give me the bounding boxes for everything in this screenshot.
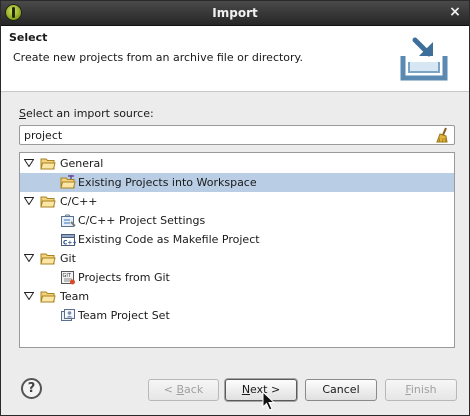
clear-filter-broom-icon[interactable]	[435, 127, 451, 143]
close-icon[interactable]: ×	[447, 5, 463, 21]
project-settings-icon	[61, 214, 76, 227]
import-source-label: Select an import source:	[19, 107, 154, 120]
makefile-project-icon: C++	[61, 234, 76, 247]
title-bar[interactable]: Import ×	[1, 1, 469, 26]
page-title: Select	[9, 31, 48, 44]
tree-node-label: C/C++	[60, 195, 98, 208]
import-source-label-text: elect an import source:	[25, 107, 154, 120]
expand-triangle-icon[interactable]	[24, 292, 34, 300]
import-tray-icon	[400, 37, 448, 81]
tree-item-label: Projects from Git	[78, 271, 170, 284]
next-button[interactable]: Next >	[225, 379, 297, 401]
page-description: Create new projects from an archive file…	[13, 51, 303, 64]
existing-projects-icon	[60, 175, 76, 189]
tree-node-label: General	[60, 157, 104, 170]
tree-item-existing-projects[interactable]: Existing Projects into Workspace	[20, 173, 454, 192]
expand-triangle-icon[interactable]	[24, 197, 34, 205]
window-title: Import	[212, 6, 258, 20]
finish-button[interactable]: Finish	[385, 379, 457, 401]
tree-node-general[interactable]: General	[20, 154, 454, 173]
filter-input[interactable]	[24, 128, 424, 142]
mouse-cursor-icon	[262, 391, 276, 411]
folder-icon	[40, 253, 56, 265]
tree-item-label: Existing Projects into Workspace	[78, 176, 257, 189]
wizard-header: Select Create new projects from an archi…	[1, 26, 469, 92]
svg-text:C++: C++	[63, 240, 76, 247]
tree-node-label: Git	[60, 252, 76, 265]
import-source-label-mnemonic: S	[19, 107, 26, 120]
tree-item-makefile-project[interactable]: C++ Existing Code as Makefile Project	[20, 230, 454, 249]
tree-item-label: Existing Code as Makefile Project	[78, 233, 260, 246]
expand-triangle-icon[interactable]	[24, 159, 34, 167]
import-source-tree[interactable]: General Existing Projects into Workspace…	[19, 152, 455, 348]
filter-field[interactable]	[19, 125, 455, 145]
folder-icon	[40, 291, 56, 303]
svg-text:GIT: GIT	[63, 273, 72, 279]
tree-item-label: Team Project Set	[78, 309, 170, 322]
tree-item-projects-from-git[interactable]: GIT Projects from Git	[20, 268, 454, 287]
import-dialog: Import × Select Create new projects from…	[0, 0, 470, 416]
cancel-button[interactable]: Cancel	[305, 379, 377, 401]
tree-node-team[interactable]: Team	[20, 287, 454, 306]
help-icon[interactable]: ?	[21, 378, 42, 399]
tree-node-label: Team	[60, 290, 90, 303]
tree-node-cpp[interactable]: C/C++	[20, 192, 454, 211]
back-button[interactable]: < Back	[148, 379, 219, 401]
team-project-set-icon	[61, 309, 75, 321]
git-repository-icon: GIT	[61, 271, 75, 285]
tree-item-cpp-project-settings[interactable]: C/C++ Project Settings	[20, 211, 454, 230]
expand-triangle-icon[interactable]	[24, 254, 34, 262]
folder-icon	[40, 158, 56, 170]
folder-icon	[40, 196, 56, 208]
tree-item-label: C/C++ Project Settings	[78, 214, 206, 227]
tree-item-team-project-set[interactable]: Team Project Set	[20, 306, 454, 325]
tree-node-git[interactable]: Git	[20, 249, 454, 268]
